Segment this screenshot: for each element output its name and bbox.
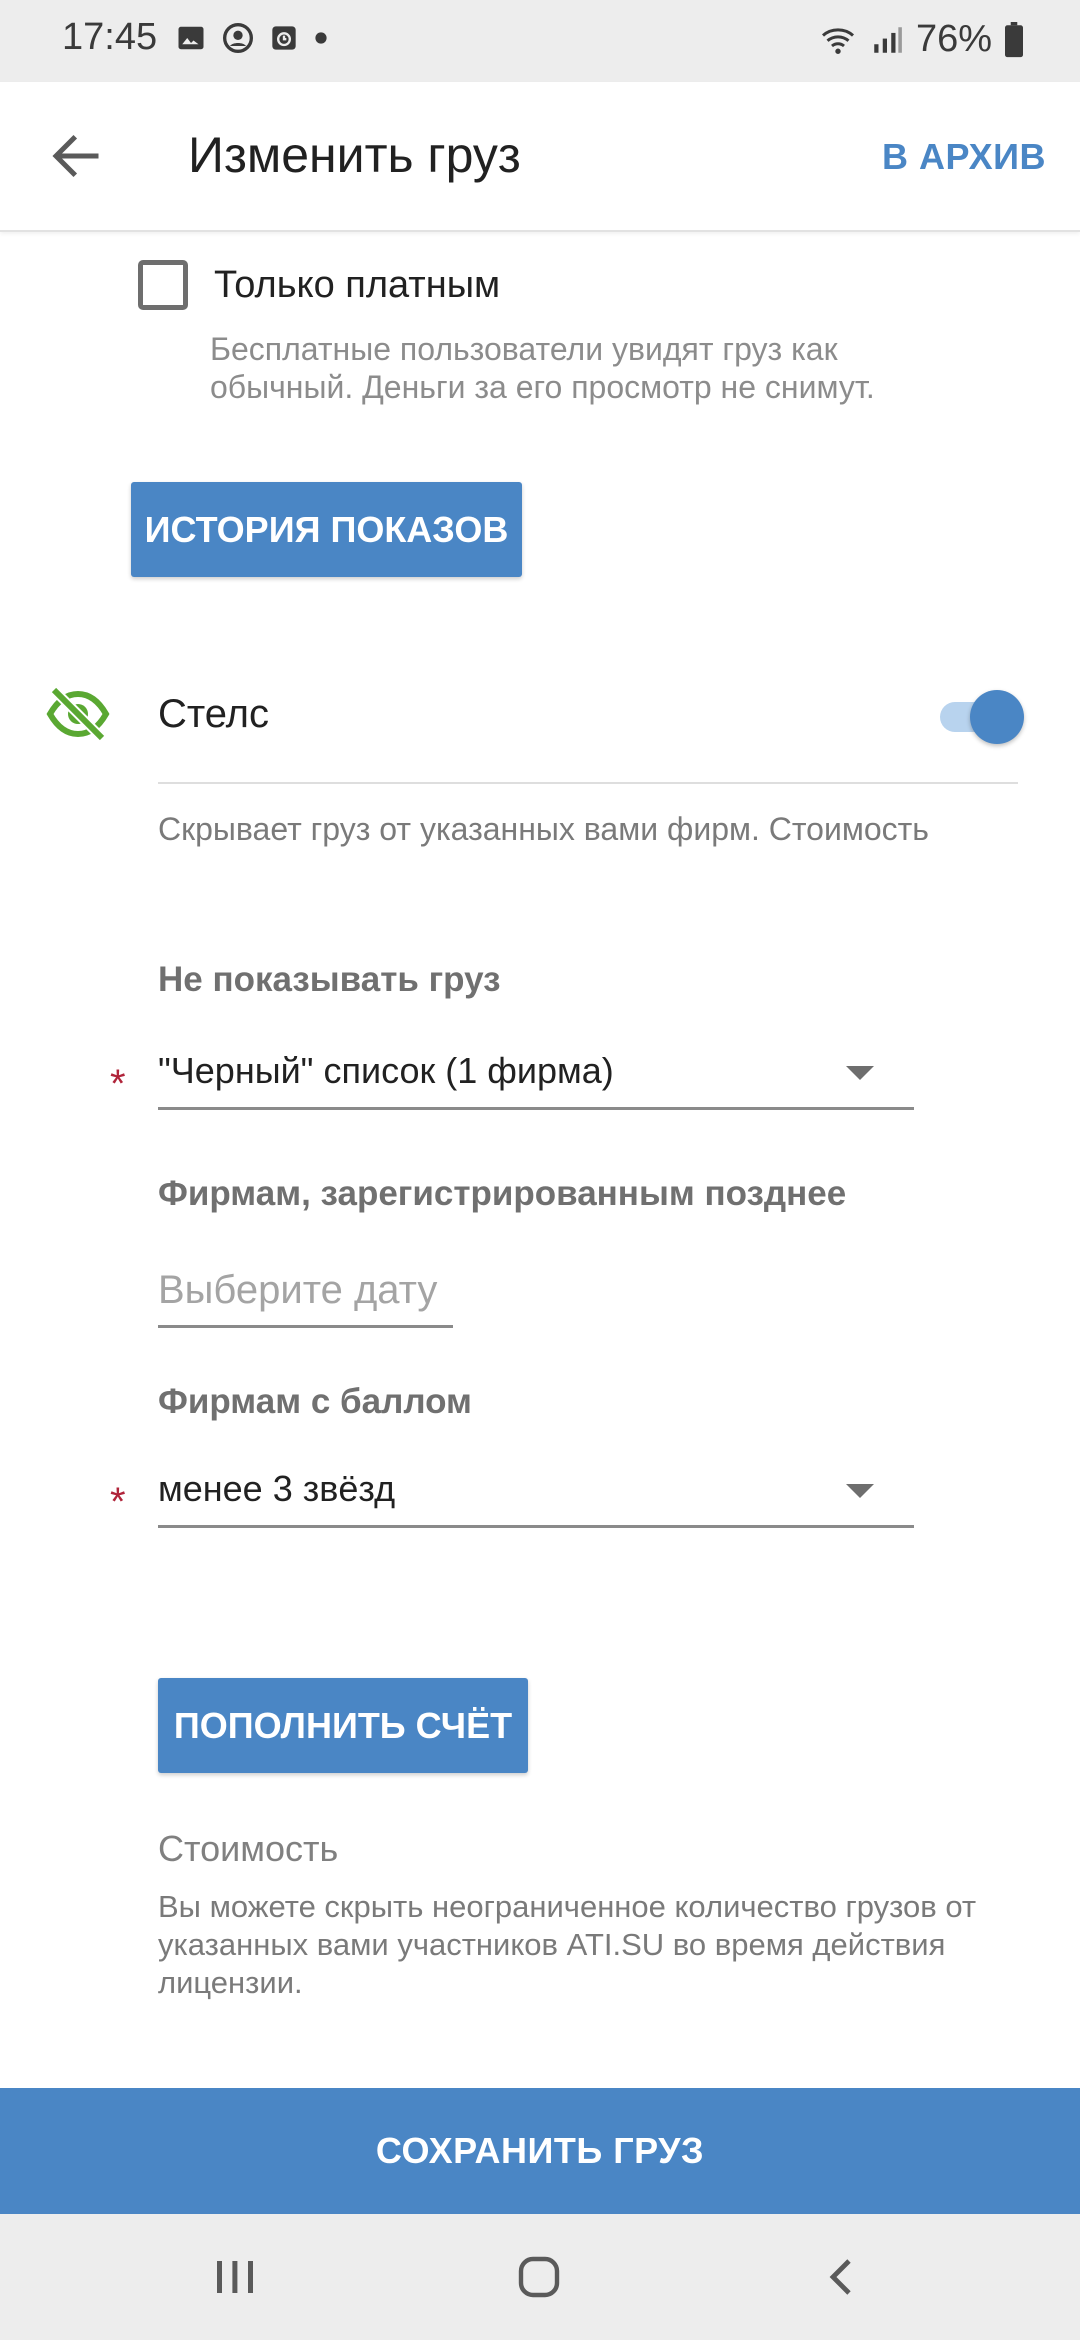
recent-apps-button[interactable]: [200, 2246, 270, 2308]
home-icon: [518, 2256, 560, 2298]
registered-later-label: Фирмам, зарегистрированным позднее: [158, 1174, 847, 1213]
image-icon: [178, 26, 204, 50]
stealth-description: Скрывает груз от указанных вами фирм. Ст…: [158, 811, 929, 847]
archive-button[interactable]: В АРХИВ: [882, 136, 1046, 178]
cost-title: Стоимость: [158, 1828, 339, 1869]
dot-icon: [315, 32, 327, 44]
system-icons: 76%: [818, 18, 1024, 61]
home-button[interactable]: [504, 2246, 574, 2308]
stealth-label: Стелс: [158, 692, 270, 736]
system-nav-bar: [0, 2214, 1080, 2340]
date-placeholder: Выберите дату: [158, 1268, 438, 1312]
signal-icon: [874, 26, 902, 53]
hide-cargo-label: Не показывать груз: [158, 960, 501, 999]
rating-select-value: менее 3 звёзд: [158, 1468, 396, 1509]
history-button[interactable]: ИСТОРИЯ ПОКАЗОВ: [131, 482, 522, 577]
topup-button[interactable]: ПОПОЛНИТЬ СЧЁТ: [158, 1678, 528, 1773]
eye-off-icon: [46, 686, 110, 742]
battery-icon: [1005, 21, 1023, 57]
save-cargo-button[interactable]: СОХРАНИТЬ ГРУЗ: [0, 2088, 1080, 2214]
paid-only-checkbox-row[interactable]: Только платным: [138, 260, 500, 310]
cost-description: Вы можете скрыть неограниченное количест…: [158, 1889, 977, 2000]
toggle-thumb: [970, 690, 1024, 744]
required-mark: *: [110, 1480, 126, 1524]
dropdown-arrow-icon: [846, 1066, 874, 1080]
rating-select[interactable]: менее 3 звёзд: [158, 1458, 914, 1528]
status-bar: 17:45 76%: [0, 0, 1080, 82]
required-mark: *: [110, 1062, 126, 1106]
dropdown-arrow-icon: [846, 1484, 874, 1498]
blacklist-select[interactable]: "Черный" список (1 фирма): [158, 1040, 914, 1110]
page-title: Изменить груз: [188, 127, 521, 183]
paid-only-checkbox[interactable]: [138, 260, 188, 310]
blacklist-select-value: "Черный" список (1 фирма): [158, 1050, 614, 1091]
stealth-toggle[interactable]: [940, 688, 1026, 744]
clock-app-icon: [272, 26, 296, 50]
back-arrow-icon[interactable]: [46, 126, 106, 186]
recent-apps-icon: [217, 2261, 253, 2293]
rating-label: Фирмам с баллом: [158, 1382, 472, 1421]
account-circle-icon: [223, 23, 253, 53]
battery-percent: 76%: [915, 18, 992, 60]
paid-only-label: Только платным: [214, 263, 501, 306]
date-picker-field[interactable]: Выберите дату: [158, 1268, 453, 1328]
status-time: 17:45: [62, 16, 158, 58]
divider: [158, 782, 1018, 784]
paid-only-hint: Бесплатные пользователи увидят груз как …: [210, 331, 875, 405]
app-bar: Изменить груз В АРХИВ: [0, 82, 1080, 232]
wifi-icon: [821, 27, 854, 54]
notification-icons: [176, 22, 328, 54]
back-button[interactable]: [806, 2246, 876, 2308]
back-chevron-icon: [829, 2259, 851, 2295]
